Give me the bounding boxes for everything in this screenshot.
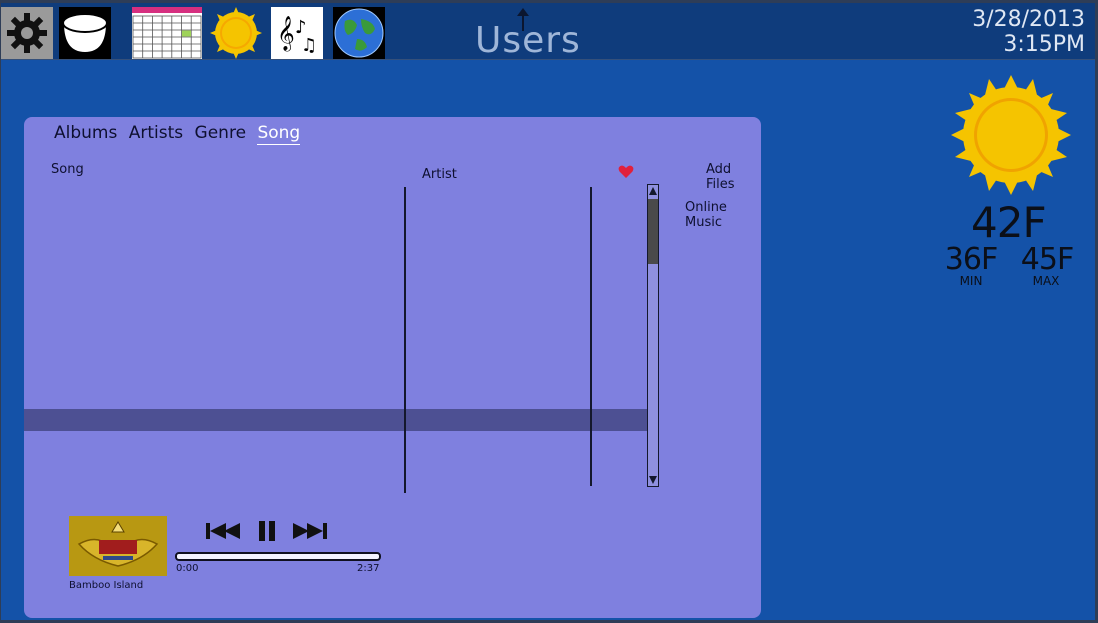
scrollbar-thumb[interactable] (648, 199, 658, 264)
song-column-header[interactable]: Song (51, 162, 84, 177)
scroll-down-arrow-icon[interactable] (648, 474, 658, 486)
tab-artists[interactable]: Artists (129, 123, 183, 144)
online-music-link[interactable]: Online Music (685, 200, 761, 230)
settings-gear-icon[interactable] (1, 7, 53, 59)
track-progress-bar[interactable] (175, 552, 381, 561)
current-temp: 42F (971, 198, 1047, 247)
clock: 3/28/2013 3:15PM (972, 7, 1085, 57)
music-player-panel: Albums Artists Genre Song Song Artist Ad… (24, 117, 761, 618)
track-duration: 2:37 (357, 563, 380, 574)
artist-column-header[interactable]: Artist (422, 167, 457, 182)
album-art (69, 516, 167, 576)
tab-genre[interactable]: Genre (195, 123, 246, 144)
max-label: MAX (1032, 274, 1060, 288)
svg-text:♫: ♫ (301, 35, 317, 56)
svg-text:𝄞: 𝄞 (277, 16, 295, 52)
desktop-screen: 𝄞 ♪ ♫ Users 3/28/2013 3:15PM 42F 36F 45F… (1, 3, 1095, 620)
album-cover-image (69, 516, 167, 576)
library-tabs: Albums Artists Genre Song (54, 123, 306, 145)
pause-icon[interactable] (256, 519, 278, 543)
max-temp: 45F (1020, 242, 1074, 277)
column-divider[interactable] (404, 187, 406, 493)
calendar-icon[interactable] (132, 7, 202, 59)
min-temp: 36F (944, 242, 998, 277)
top-bar: 𝄞 ♪ ♫ Users 3/28/2013 3:15PM (1, 3, 1095, 61)
min-label: MIN (959, 274, 983, 288)
favorite-heart-icon[interactable] (618, 165, 634, 179)
column-divider[interactable] (590, 187, 592, 486)
selected-song-row[interactable] (24, 409, 648, 431)
date-text: 3/28/2013 (972, 7, 1085, 32)
tab-song[interactable]: Song (257, 123, 301, 145)
weather-sun-icon[interactable] (210, 7, 262, 59)
scroll-up-arrow-icon[interactable] (648, 185, 658, 197)
tab-albums[interactable]: Albums (54, 123, 117, 144)
globe-icon[interactable] (333, 7, 385, 59)
song-list-scrollbar[interactable] (647, 184, 659, 487)
music-notes-icon[interactable]: 𝄞 ♪ ♫ (271, 7, 323, 59)
bowl-icon[interactable] (59, 7, 111, 59)
users-label[interactable]: Users (475, 20, 585, 61)
add-files-link[interactable]: Add Files (706, 162, 761, 192)
now-playing-title: Bamboo Island (69, 580, 144, 591)
time-text: 3:15PM (1003, 32, 1085, 57)
next-track-icon[interactable] (289, 519, 329, 543)
elapsed-time: 0:00 (176, 563, 199, 574)
previous-track-icon[interactable] (204, 519, 244, 543)
sun-icon (951, 75, 1071, 195)
